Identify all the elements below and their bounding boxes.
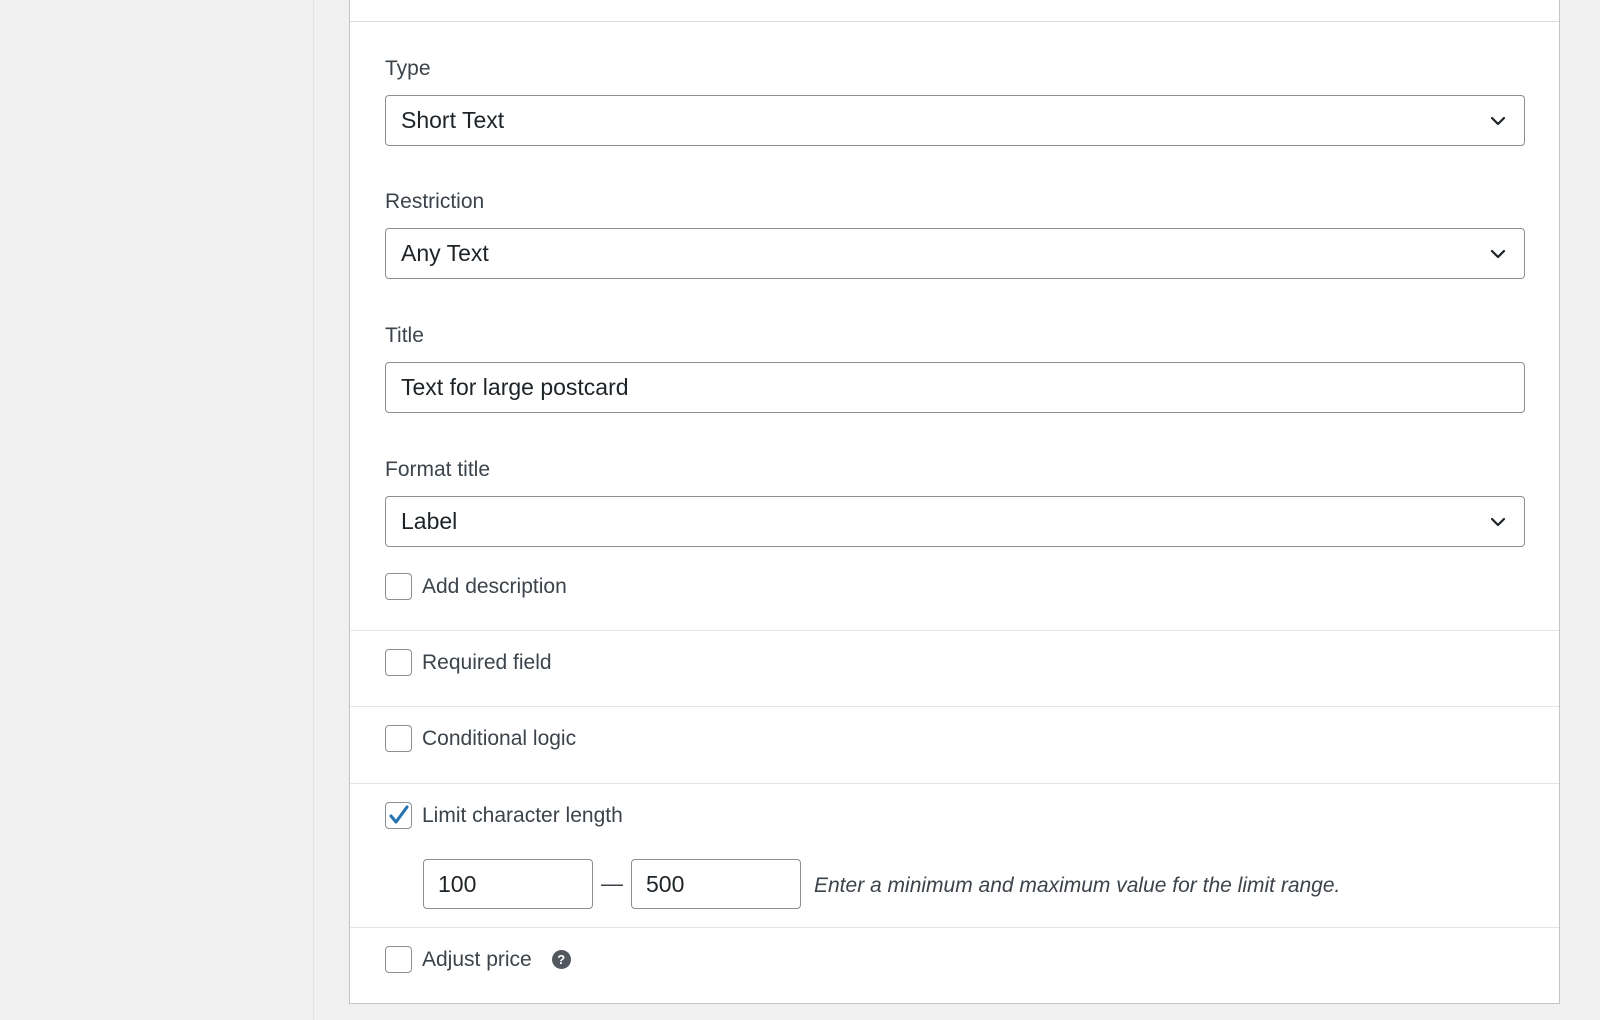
format-title-label: Format title: [385, 458, 491, 481]
conditional-logic-label: Conditional logic: [422, 726, 577, 750]
adjust-price-row[interactable]: Adjust price ?: [385, 946, 571, 973]
title-input-value: Text for large postcard: [401, 374, 629, 400]
required-field-label: Required field: [422, 650, 552, 674]
field-settings-panel: Type Short Text Restriction Any Text Tit…: [349, 0, 1560, 1004]
row-divider: [350, 927, 1559, 928]
add-description-row[interactable]: Add description: [385, 573, 567, 600]
chevron-down-icon: [1490, 116, 1506, 125]
limit-length-checkbox[interactable]: [385, 802, 412, 829]
adjust-price-checkbox[interactable]: [385, 946, 412, 973]
help-icon[interactable]: ?: [551, 950, 571, 969]
type-select-value: Short Text: [401, 107, 505, 133]
restriction-select-value: Any Text: [401, 240, 489, 266]
conditional-logic-row[interactable]: Conditional logic: [385, 725, 576, 752]
required-field-row[interactable]: Required field: [385, 649, 552, 676]
left-sidebar-area: [0, 0, 313, 1020]
restriction-select[interactable]: Any Text: [385, 228, 1525, 279]
title-input[interactable]: Text for large postcard: [385, 362, 1525, 413]
adjust-price-label: Adjust price: [422, 947, 532, 971]
panel-top-divider: [350, 21, 1559, 22]
row-divider: [350, 783, 1559, 784]
add-description-label: Add description: [422, 574, 567, 598]
row-divider: [350, 630, 1559, 631]
limit-range-hint: Enter a minimum and maximum value for th…: [814, 874, 1341, 897]
checkmark-icon: [389, 805, 408, 823]
limit-length-label: Limit character length: [422, 803, 623, 827]
limit-min-input[interactable]: 100: [423, 859, 593, 909]
title-label: Title: [385, 324, 424, 347]
left-divider: [313, 0, 314, 1020]
type-label: Type: [385, 57, 431, 80]
format-title-select-value: Label: [401, 508, 458, 534]
chevron-down-icon: [1490, 249, 1506, 258]
restriction-label: Restriction: [385, 190, 485, 213]
limit-length-row[interactable]: Limit character length: [385, 802, 623, 829]
format-title-select[interactable]: Label: [385, 496, 1525, 547]
row-divider: [350, 706, 1559, 707]
add-description-checkbox[interactable]: [385, 573, 412, 600]
required-field-checkbox[interactable]: [385, 649, 412, 676]
range-separator: —: [601, 871, 623, 896]
type-select[interactable]: Short Text: [385, 95, 1525, 146]
limit-max-input[interactable]: 500: [631, 859, 801, 909]
chevron-down-icon: [1490, 517, 1506, 526]
limit-max-value: 500: [646, 870, 685, 897]
limit-min-value: 100: [438, 870, 477, 897]
conditional-logic-checkbox[interactable]: [385, 725, 412, 752]
